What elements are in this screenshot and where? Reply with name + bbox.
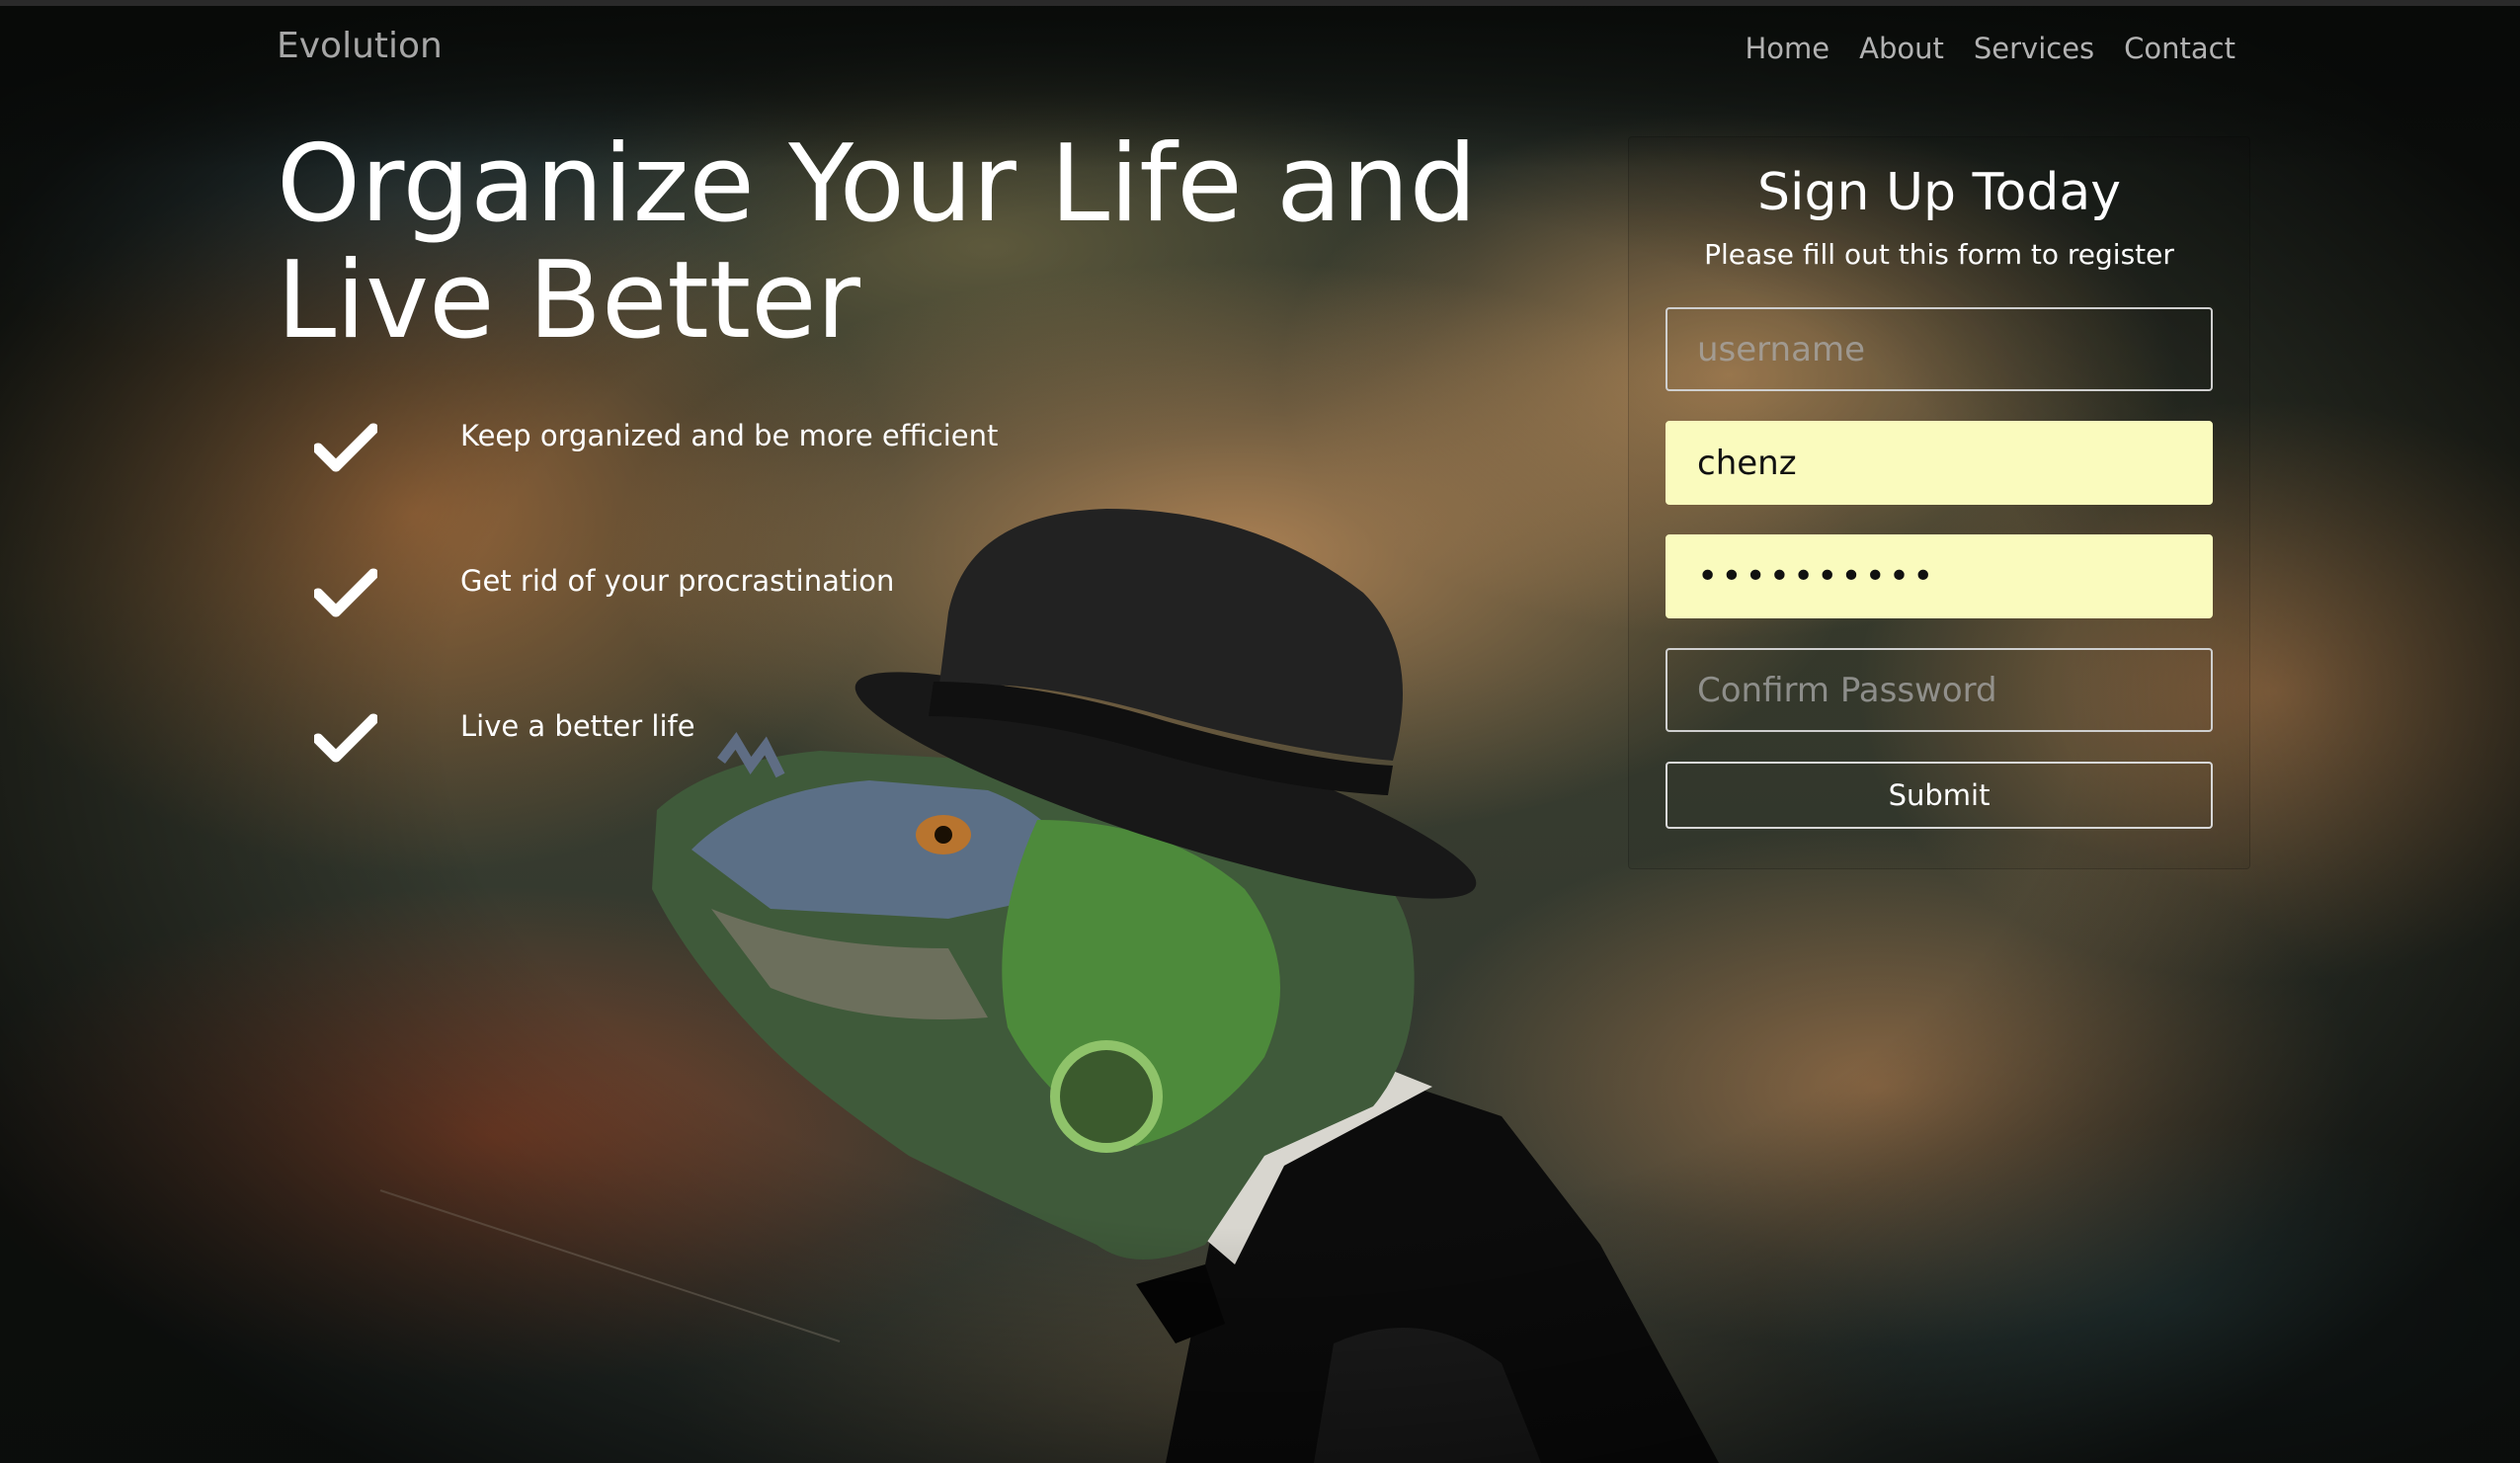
password-input[interactable] xyxy=(1666,534,2213,618)
nav-link-home[interactable]: Home xyxy=(1745,32,1829,65)
confirm-password-input[interactable] xyxy=(1666,648,2213,732)
feature-text: Keep organized and be more efficient xyxy=(460,419,999,452)
nav-link-contact[interactable]: Contact xyxy=(2124,32,2235,65)
signup-subtitle: Please fill out this form to register xyxy=(1704,238,2174,271)
email-input[interactable] xyxy=(1666,421,2213,505)
feature-text: Get rid of your procrastination xyxy=(460,564,895,598)
nav-link-about[interactable]: About xyxy=(1859,32,1944,65)
feature-text: Live a better life xyxy=(460,709,695,743)
nav-links: Home About Services Contact xyxy=(1745,32,2235,65)
checkmark-icon xyxy=(314,423,377,472)
username-input[interactable] xyxy=(1666,307,2213,391)
checkmark-icon xyxy=(314,568,377,617)
nav-link-services[interactable]: Services xyxy=(1974,32,2094,65)
navbar: Evolution Home About Services Contact xyxy=(0,0,2520,101)
brand-logo-link[interactable]: Evolution xyxy=(277,26,443,66)
submit-button[interactable]: Submit xyxy=(1666,762,2213,829)
hero-title: Organize Your Life and Live Better xyxy=(277,122,1478,363)
checkmark-icon xyxy=(314,713,377,763)
signup-title: Sign Up Today xyxy=(1757,163,2121,222)
signup-panel: Sign Up Today Please fill out this form … xyxy=(1628,136,2250,869)
